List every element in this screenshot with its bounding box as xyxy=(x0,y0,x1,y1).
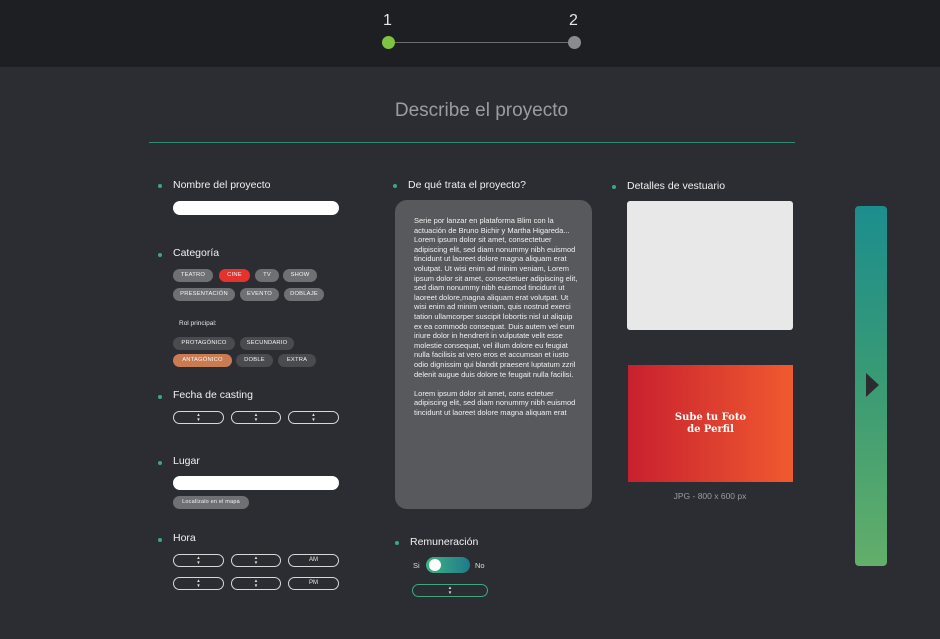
up-down-arrows-icon: ▲ ▼ xyxy=(196,412,201,422)
bullet-icon xyxy=(158,461,162,465)
role-chip-protagonico[interactable]: PROTAGÓNICO xyxy=(173,337,235,350)
project-name-label: Nombre del proyecto xyxy=(173,179,271,191)
casting-date-label: Fecha de casting xyxy=(173,389,253,401)
up-down-arrows-icon: ▲ ▼ xyxy=(253,412,259,422)
step-1-label: 1 xyxy=(383,12,392,29)
category-chip-evento[interactable]: EVENTO xyxy=(240,288,279,301)
description-paragraph-1: Serie por lanzar en plataforma Blim con … xyxy=(414,216,578,379)
wardrobe-textarea[interactable] xyxy=(627,201,793,330)
location-input[interactable] xyxy=(173,476,339,490)
up-down-arrows-icon: ▲ ▼ xyxy=(253,555,259,565)
role-chip-secundario[interactable]: SECUNDARIO xyxy=(240,337,294,350)
role-chip-extra[interactable]: EXTRA xyxy=(278,354,316,367)
category-chip-presentacion[interactable]: PRESENTACIÓN xyxy=(173,288,235,301)
casting-month-spinner[interactable]: ▲ ▼ xyxy=(231,411,281,424)
am-button[interactable]: AM xyxy=(288,554,339,567)
pm-button[interactable]: PM xyxy=(288,577,339,590)
title-divider xyxy=(149,142,795,143)
step-2-dot[interactable] xyxy=(568,36,581,49)
category-chip-tv[interactable]: TV xyxy=(255,269,279,282)
up-down-arrows-icon: ▲ ▼ xyxy=(311,412,316,422)
toggle-knob xyxy=(429,559,441,571)
role-chip-doble[interactable]: DOBLE xyxy=(236,354,273,367)
play-triangle-icon xyxy=(866,373,879,397)
bullet-icon xyxy=(393,184,397,188)
location-label: Lugar xyxy=(173,455,200,467)
bullet-icon xyxy=(158,538,162,542)
toggle-yes-label: Si xyxy=(413,561,420,570)
role-chip-antagonico[interactable]: ANTAGÓNICO xyxy=(173,354,232,367)
up-down-arrows-icon: ▲ ▼ xyxy=(196,555,201,565)
description-paragraph-2: Lorem ipsum dolor sit amet, cons ectetue… xyxy=(414,388,576,417)
page-title: Describe el proyecto xyxy=(394,100,569,121)
time-hour-spinner[interactable]: ▲ ▼ xyxy=(173,554,224,567)
photo-format-hint: JPG - 800 x 600 px xyxy=(673,491,747,501)
casting-day-spinner[interactable]: ▲ ▼ xyxy=(173,411,224,424)
category-chip-teatro[interactable]: TEATRO xyxy=(173,269,213,282)
up-down-arrows-icon: ▲ ▼ xyxy=(447,585,453,595)
up-down-arrows-icon: ▲ ▼ xyxy=(196,578,201,588)
wardrobe-label: Detalles de vestuario xyxy=(627,180,726,192)
time-hour-end-spinner[interactable]: ▲ ▼ xyxy=(173,577,224,590)
casting-year-spinner[interactable]: ▲ ▼ xyxy=(288,411,339,424)
next-step-button[interactable] xyxy=(855,206,887,566)
remuneration-label: Remuneración xyxy=(410,536,479,548)
time-minute-spinner[interactable]: ▲ ▼ xyxy=(231,554,281,567)
category-chip-cine[interactable]: CINE xyxy=(219,269,250,282)
description-textarea[interactable]: Serie por lanzar en plataforma Blim con … xyxy=(395,200,592,509)
remuneration-amount-spinner[interactable]: ▲ ▼ xyxy=(412,584,488,597)
profile-photo-text: Sube tu Foto de Perfil xyxy=(675,412,746,436)
bullet-icon xyxy=(158,184,162,188)
project-name-input[interactable] xyxy=(173,201,339,215)
bullet-icon xyxy=(612,185,616,189)
time-minute-end-spinner[interactable]: ▲ ▼ xyxy=(231,577,281,590)
remuneration-toggle[interactable] xyxy=(426,557,470,573)
profile-photo-upload[interactable]: Sube tu Foto de Perfil xyxy=(628,365,793,482)
category-label: Categoría xyxy=(173,247,220,259)
up-down-arrows-icon: ▲ ▼ xyxy=(253,578,259,588)
bullet-icon xyxy=(395,541,399,545)
map-locate-button[interactable]: Localízalo en el mapa xyxy=(173,496,249,509)
category-chip-doblaje[interactable]: DOBLAJE xyxy=(284,288,324,301)
step-1-dot[interactable] xyxy=(382,36,395,49)
role-label: Rol principal: xyxy=(179,320,217,327)
description-label: De qué trata el proyecto? xyxy=(408,179,526,191)
profile-photo-line2: de Perfil xyxy=(687,423,734,435)
time-label: Hora xyxy=(173,532,196,544)
bullet-icon xyxy=(158,395,162,399)
profile-photo-line1: Sube tu Foto xyxy=(674,411,747,423)
step-2-label: 2 xyxy=(569,12,578,29)
bullet-icon xyxy=(158,253,162,257)
stepper-bar: 1 2 xyxy=(0,0,940,67)
category-chip-show[interactable]: SHOW xyxy=(283,269,317,282)
stepper-line xyxy=(388,42,574,43)
toggle-no-label: No xyxy=(475,561,485,570)
